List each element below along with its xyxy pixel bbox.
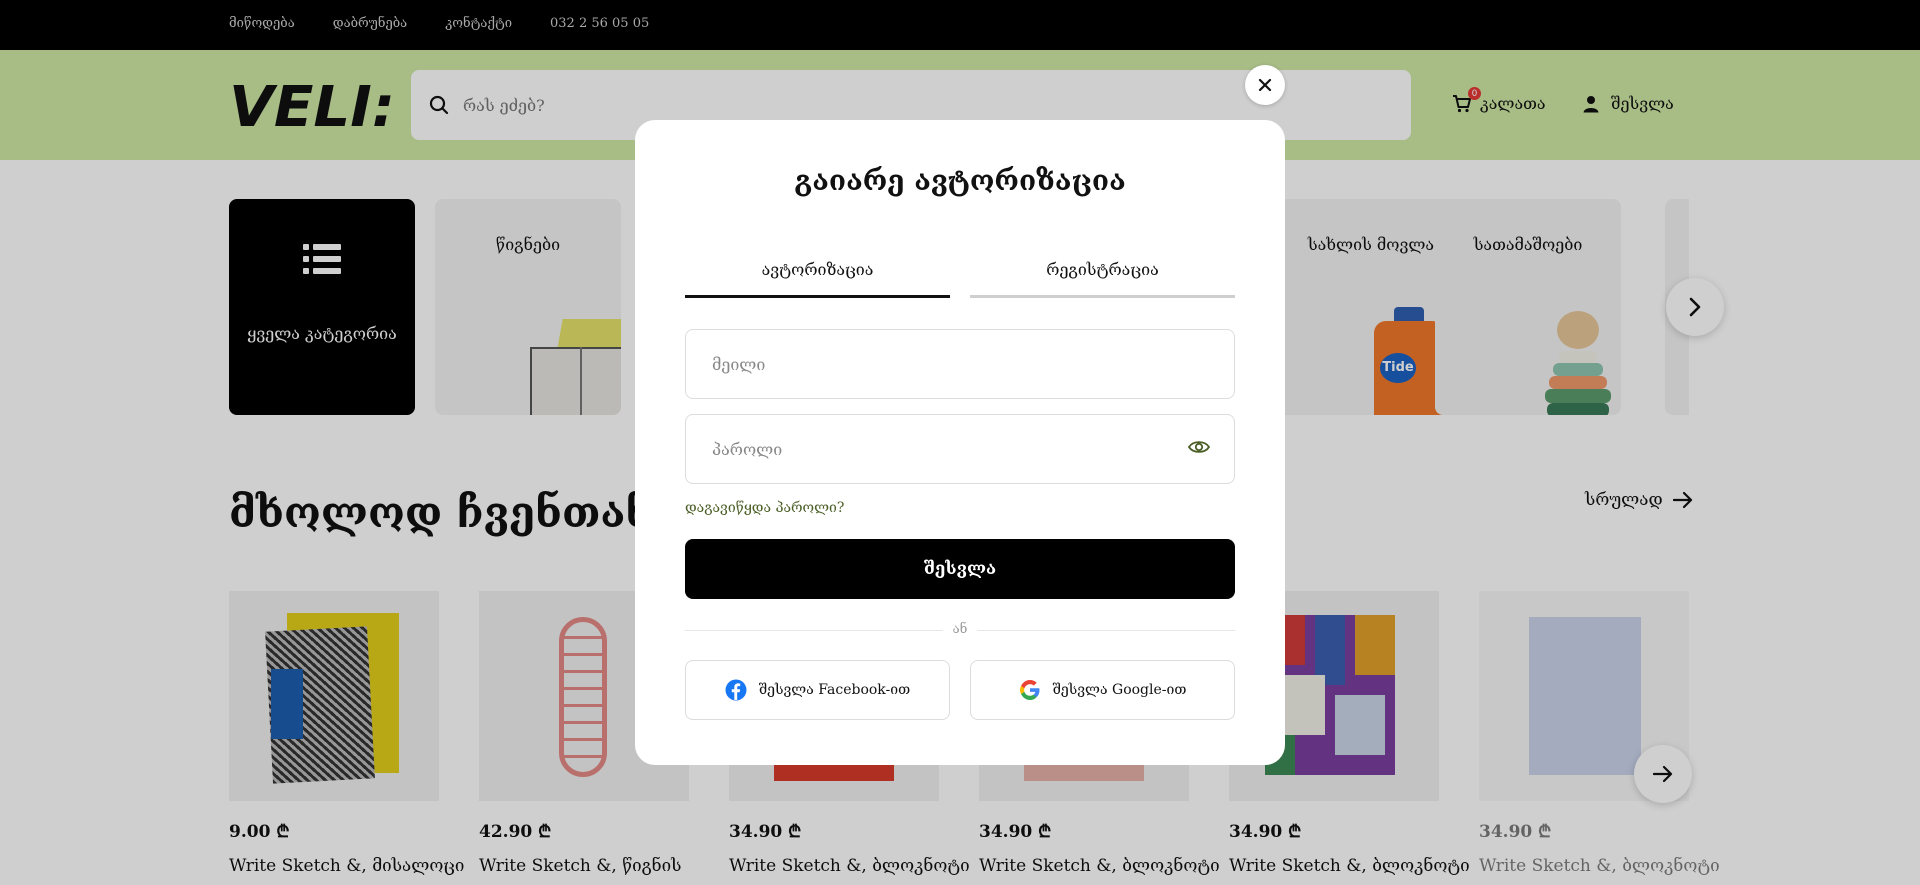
email-field[interactable]: მეილი (685, 329, 1235, 399)
or-label: ან (943, 622, 977, 637)
google-login-label: შესვლა Google-ით (1052, 682, 1187, 698)
login-modal: გაიარე ავტორიზაცია ავტორიზაცია რეგისტრაც… (635, 120, 1285, 765)
modal-close-button[interactable] (1245, 65, 1285, 105)
password-field[interactable]: პაროლი (685, 414, 1235, 484)
facebook-login-button[interactable]: შესვლა Facebook-ით (685, 660, 950, 720)
eye-icon[interactable] (1188, 439, 1210, 455)
forgot-password-link[interactable]: დაგავიწყდა პაროლი? (685, 500, 844, 516)
password-placeholder: პაროლი (712, 439, 783, 459)
tab-register[interactable]: რეგისტრაცია (970, 258, 1235, 298)
facebook-login-label: შესვლა Facebook-ით (758, 682, 911, 698)
tab-login[interactable]: ავტორიზაცია (685, 258, 950, 298)
login-submit-button[interactable]: შესვლა (685, 539, 1235, 599)
modal-title: გაიარე ავტორიზაცია (794, 164, 1126, 197)
or-divider: ან (685, 620, 1235, 640)
email-placeholder: მეილი (712, 354, 766, 374)
facebook-icon (725, 679, 747, 701)
google-icon (1019, 680, 1040, 700)
google-login-button[interactable]: შესვლა Google-ით (970, 660, 1235, 720)
close-icon (1258, 78, 1272, 92)
